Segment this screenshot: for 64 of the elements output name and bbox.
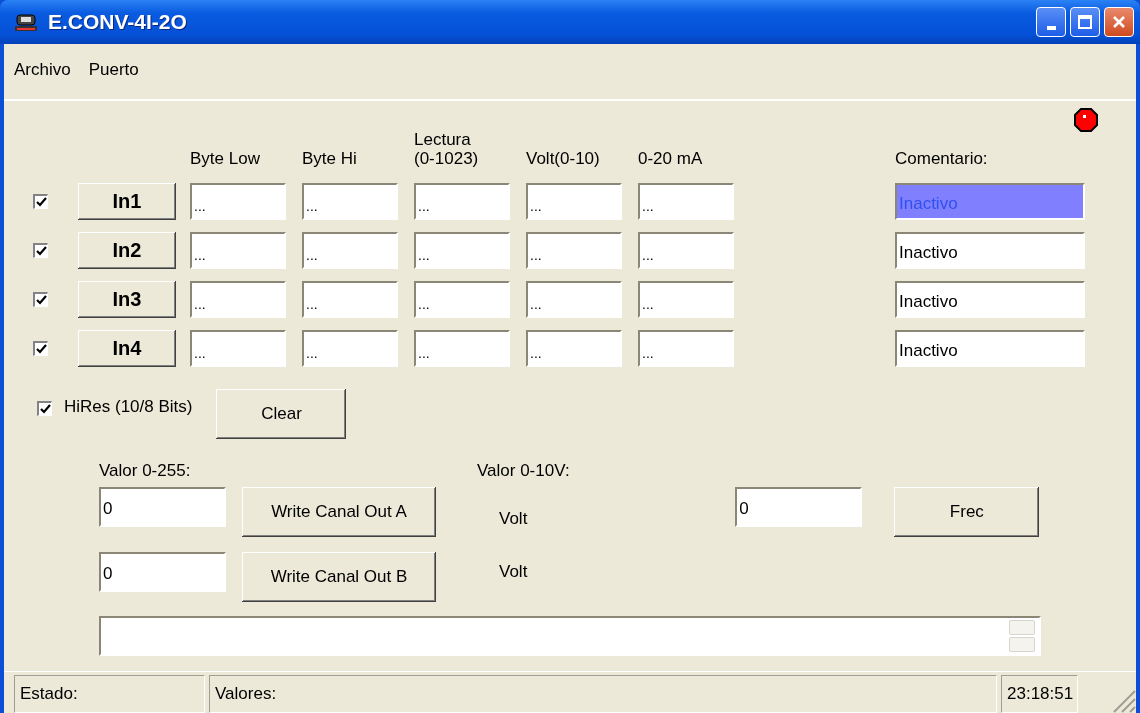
checkbox[interactable] [33,292,48,307]
value-field: ... [638,281,734,318]
value-field: ... [190,330,286,367]
checkbox[interactable] [33,341,48,356]
close-icon [1111,14,1127,30]
value-field: ... [190,232,286,269]
input-button[interactable]: In3 [78,281,176,318]
menu-item[interactable]: Puerto [86,60,149,80]
checkbox[interactable] [37,401,52,416]
column-header: Comentario: [895,149,988,170]
maximize-icon [1077,14,1093,30]
checkbox[interactable] [33,243,48,258]
column-header: Volt(0-10) [526,149,601,170]
field-label: Valor 0-10V: [477,461,570,481]
column-header: Byte Hi [302,149,358,170]
value-field: ... [414,232,510,269]
clear-button[interactable]: Clear [216,389,347,439]
value-field: ... [526,183,622,220]
value-field: ... [414,281,510,318]
column-header: Byte Low [190,149,261,170]
value-field: ... [638,232,734,269]
value-field: ... [414,183,510,220]
phone-icon [14,12,38,32]
value-field: ... [638,330,734,367]
unit-label: Volt [499,509,528,529]
value-field: ... [638,183,734,220]
frequency-button[interactable]: Frec [894,487,1040,537]
frequency-input[interactable]: 0 [735,487,863,527]
input-button[interactable]: In4 [78,330,176,367]
value-field: ... [302,281,398,318]
value-input[interactable]: 0 [99,487,226,527]
comment-field[interactable]: Inactivo [895,232,1085,269]
value-field: ... [526,330,622,367]
input-button[interactable]: In1 [78,183,176,220]
status-panel: Estado: [14,675,205,713]
value-field: ... [302,330,398,367]
status-panel: Valores: [209,675,997,713]
minimize-button[interactable] [1036,7,1066,37]
maximize-button[interactable] [1070,7,1100,37]
input-button[interactable]: In2 [78,232,176,269]
value-field: ... [302,183,398,220]
window-title: E.CONV-4I-2O [48,10,188,34]
comment-field[interactable]: Inactivo [895,330,1085,367]
column-header: 0-20 mA [638,149,704,170]
minimize-icon [1046,26,1056,30]
menu-item[interactable]: Archivo [12,60,81,80]
log-field[interactable] [99,616,1041,656]
write-button[interactable]: Write Canal Out B [242,552,436,602]
close-button[interactable] [1104,7,1134,37]
value-field: ... [526,232,622,269]
status-panel: 23:18:51 [1001,675,1078,713]
field-label: Valor 0-255: [99,461,192,481]
checkbox[interactable] [33,194,48,209]
value-input[interactable]: 0 [99,552,226,592]
value-field: ... [414,330,510,367]
write-button[interactable]: Write Canal Out A [242,487,436,537]
value-field: ... [190,281,286,318]
value-field: ... [190,183,286,220]
value-field: ... [526,281,622,318]
value-field: ... [302,232,398,269]
column-header: Lectura (0-1023) [414,130,480,170]
unit-label: Volt [499,562,528,582]
comment-field[interactable]: Inactivo [895,281,1085,318]
checkbox-label: HiRes (10/8 Bits) [64,397,193,417]
